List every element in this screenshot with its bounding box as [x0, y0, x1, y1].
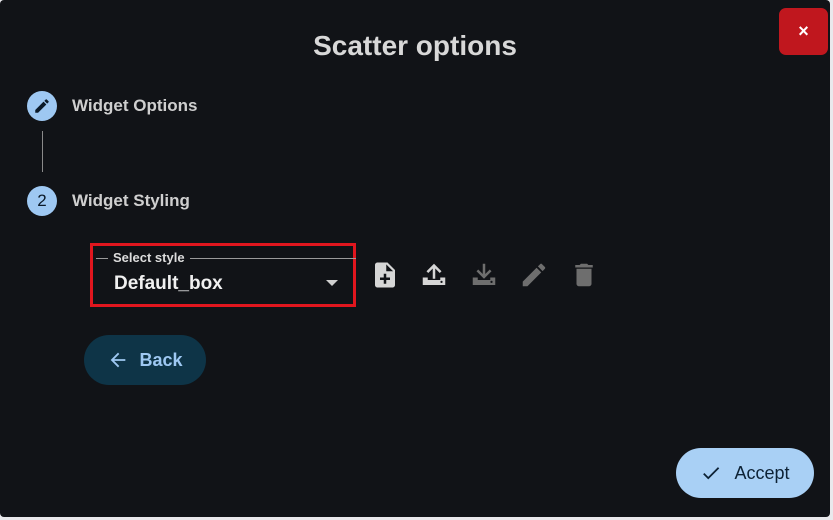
accept-button[interactable]: Accept	[676, 448, 814, 498]
step-number: 2	[37, 191, 47, 210]
download-style-button[interactable]	[467, 257, 501, 293]
dialog-title: Scatter options	[313, 30, 517, 61]
select-style-label: Select style	[108, 250, 190, 265]
pencil-icon	[35, 99, 49, 113]
selected-style-value: Default_box	[114, 273, 223, 294]
step-label-widget-options[interactable]: Widget Options	[72, 96, 197, 116]
chevron-down-icon	[326, 280, 338, 286]
back-button-label: Back	[139, 349, 183, 370]
delete-style-button[interactable]	[567, 257, 601, 293]
step-1-indicator[interactable]	[27, 91, 57, 121]
arrow-left-icon	[111, 352, 126, 368]
edit-style-button[interactable]	[517, 257, 551, 293]
new-file-icon	[375, 262, 395, 288]
accept-button-label: Accept	[734, 462, 790, 483]
step-2-indicator[interactable]: 2	[27, 186, 57, 216]
step-connector	[42, 131, 43, 172]
style-select[interactable]: Select style Default_box	[96, 250, 356, 302]
upload-icon	[422, 263, 446, 285]
back-button[interactable]: Back	[84, 335, 206, 385]
upload-style-button[interactable]	[417, 257, 451, 293]
edit-icon	[522, 263, 546, 287]
new-style-button[interactable]	[368, 257, 402, 293]
delete-icon	[575, 263, 593, 287]
step-label-widget-styling[interactable]: Widget Styling	[72, 191, 190, 211]
check-icon	[703, 467, 720, 480]
scatter-options-dialog: × Scatter options Widget Options 2 Widge…	[0, 0, 830, 517]
download-icon	[472, 263, 496, 285]
